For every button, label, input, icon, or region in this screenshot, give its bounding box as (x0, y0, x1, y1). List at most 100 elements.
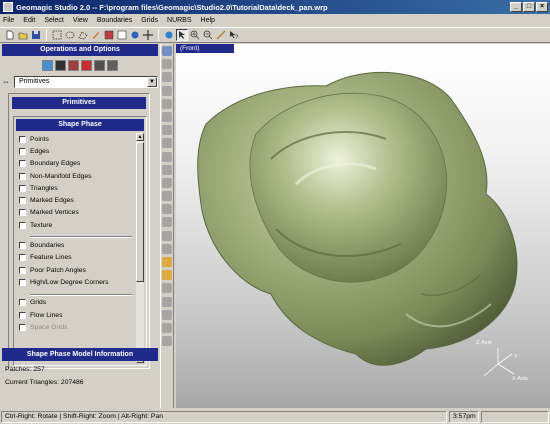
pointer-icon[interactable] (176, 29, 188, 41)
view-front-icon[interactable] (162, 46, 172, 56)
checkbox-label: Boundary Edges (30, 160, 81, 168)
nav-arrows-icon[interactable]: ⇔ (2, 76, 12, 88)
checkbox-item[interactable]: Triangles (16, 182, 136, 194)
menu-boundaries[interactable]: Boundaries (97, 17, 132, 24)
grid-icon[interactable] (94, 59, 105, 71)
menu-file[interactable]: File (3, 17, 14, 24)
maximize-button[interactable]: □ (523, 2, 535, 12)
triangles-count: Current Triangles: 207486 (5, 379, 84, 386)
menu-grids[interactable]: Grids (141, 17, 158, 24)
checkbox-label: Boundaries (30, 242, 65, 250)
checkbox[interactable] (19, 242, 26, 250)
menu-nurbs[interactable]: NURBS (167, 17, 192, 24)
layers-icon[interactable] (162, 296, 172, 307)
toolbar-separator (46, 29, 47, 41)
checkbox[interactable] (19, 172, 26, 180)
checkbox-item[interactable]: Texture (16, 219, 136, 231)
history-icon[interactable] (162, 322, 172, 333)
highlight-icon[interactable] (162, 257, 172, 267)
checkbox[interactable] (19, 266, 26, 274)
primitives-dropdown[interactable]: Primitives ▼ (14, 75, 158, 88)
checkbox[interactable] (19, 209, 26, 217)
wireframe-icon[interactable] (162, 164, 172, 175)
checkbox-item[interactable]: Points (16, 133, 136, 145)
zoom-in-icon[interactable] (189, 29, 201, 41)
checkbox-item[interactable]: Marked Vertices (16, 207, 136, 219)
select-all-icon[interactable] (103, 29, 115, 41)
scroll-up-icon[interactable]: ▲ (136, 133, 144, 141)
checkbox[interactable] (19, 160, 26, 168)
view-top-icon[interactable] (162, 98, 172, 109)
checkbox[interactable] (19, 135, 26, 143)
view-back-icon[interactable] (162, 59, 172, 70)
menu-select[interactable]: Select (44, 17, 63, 24)
deselect-icon[interactable] (116, 29, 128, 41)
context-help-icon[interactable]: ? (228, 29, 240, 41)
status-hint: Ctrl-Right: Rotate | Shift-Right: Zoom |… (1, 410, 447, 423)
primitives-title: Primitives (12, 97, 146, 109)
checkbox[interactable] (19, 278, 26, 286)
checkbox-item[interactable]: Flow Lines (16, 309, 136, 321)
shaded-icon[interactable] (162, 151, 172, 162)
checkbox-item[interactable]: Edges (16, 145, 136, 157)
fit-view-icon[interactable] (162, 138, 172, 149)
checkbox-item[interactable]: Poor Patch Angles (16, 264, 136, 276)
checkbox[interactable] (19, 147, 26, 155)
view-right-icon[interactable] (162, 85, 172, 96)
points-display-icon[interactable] (162, 177, 172, 188)
checkbox-item[interactable]: Marked Edges (16, 194, 136, 206)
open-folder-icon[interactable] (17, 29, 29, 41)
new-file-icon[interactable] (4, 29, 16, 41)
chevron-down-icon[interactable]: ▼ (147, 76, 157, 87)
backface-icon[interactable] (162, 217, 172, 228)
texture-icon[interactable] (162, 243, 172, 254)
checkbox-item[interactable]: Feature Lines (16, 252, 136, 264)
save-icon[interactable] (30, 29, 42, 41)
select-polyline-icon[interactable] (77, 29, 89, 41)
3d-viewport[interactable]: (Front) Z-Axis Y X-Axis (176, 44, 550, 408)
menu-bar: File Edit Select View Boundaries Grids N… (0, 14, 550, 26)
status-empty (481, 410, 549, 423)
checkbox-item[interactable]: Grids (16, 297, 136, 309)
close-button[interactable]: × (536, 2, 548, 12)
checkbox[interactable] (19, 221, 26, 229)
clip-plane-icon[interactable] (162, 204, 172, 215)
view-bottom-icon[interactable] (162, 111, 172, 122)
menu-edit[interactable]: Edit (23, 17, 35, 24)
points-icon[interactable] (55, 59, 66, 71)
view-left-icon[interactable] (162, 72, 172, 83)
transform-icon[interactable] (142, 29, 154, 41)
select-brush-icon[interactable] (90, 29, 102, 41)
select-through-icon[interactable] (129, 29, 141, 41)
minimize-button[interactable]: _ (510, 2, 522, 12)
checkbox[interactable] (19, 311, 26, 319)
shape-icon[interactable] (81, 59, 92, 71)
checkbox[interactable] (19, 197, 26, 205)
marker-icon[interactable] (162, 270, 172, 281)
checkbox[interactable] (19, 254, 26, 262)
properties-icon[interactable] (162, 309, 172, 320)
grid-display-icon[interactable] (162, 283, 172, 294)
checkbox-item[interactable]: Boundaries (16, 239, 136, 251)
shade-sphere-icon[interactable] (163, 29, 175, 41)
checkbox[interactable] (19, 299, 26, 307)
checkbox-item[interactable]: Boundary Edges (16, 158, 136, 170)
checkbox-item[interactable]: Non-Manifold Edges (16, 170, 136, 182)
zoom-out-icon[interactable] (202, 29, 214, 41)
checkbox-item[interactable]: High/Low Degree Corners (16, 276, 136, 288)
measure-icon[interactable] (215, 29, 227, 41)
view-iso-icon[interactable] (162, 125, 172, 136)
nurbs-icon[interactable] (107, 59, 118, 71)
menu-help[interactable]: Help (201, 17, 215, 24)
select-lasso-icon[interactable] (64, 29, 76, 41)
list-scrollbar[interactable]: ▲ ▼ (136, 133, 144, 363)
scroll-thumb[interactable] (136, 142, 144, 282)
checkbox[interactable] (19, 184, 26, 192)
lighting-icon[interactable] (162, 191, 172, 202)
cube-icon[interactable] (42, 59, 53, 71)
select-rectangle-icon[interactable] (51, 29, 63, 41)
settings-icon[interactable] (162, 336, 172, 347)
mesh-icon[interactable] (68, 59, 79, 71)
menu-view[interactable]: View (73, 17, 88, 24)
normals-icon[interactable] (162, 230, 172, 241)
